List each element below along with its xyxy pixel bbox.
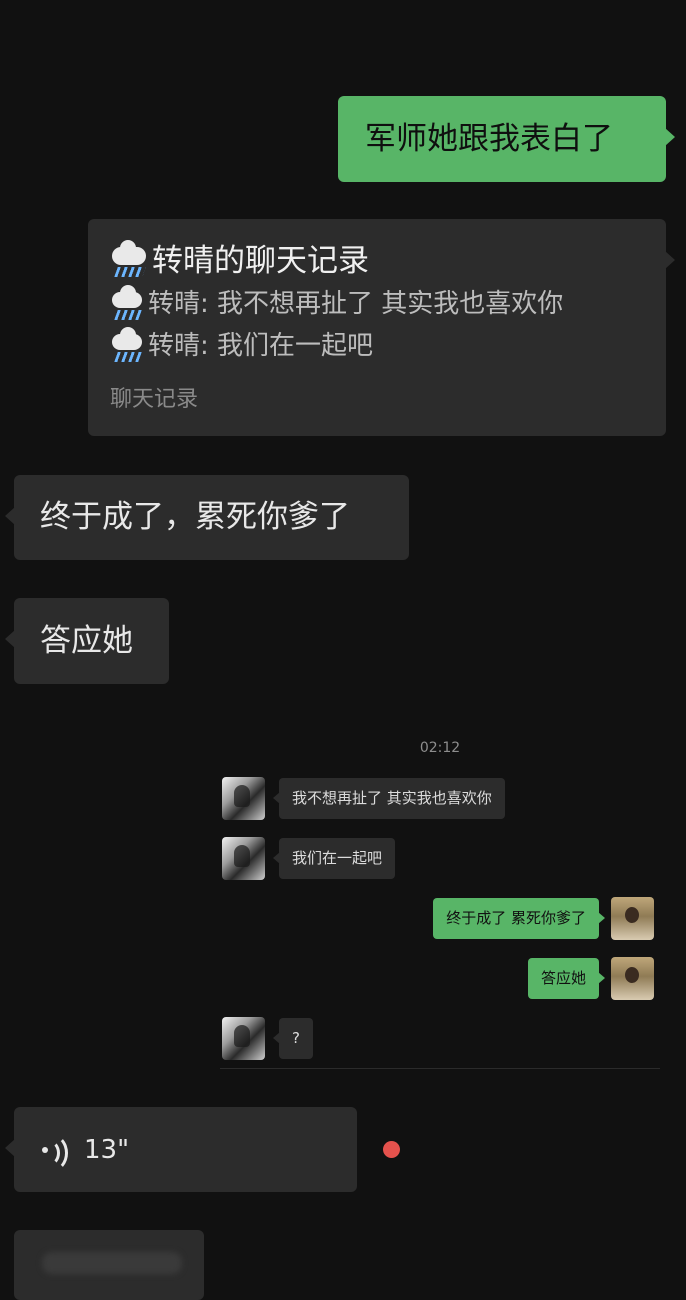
- message-text: 答应她: [40, 623, 133, 659]
- voice-wave-icon: [42, 1133, 68, 1172]
- avatar: [222, 837, 265, 880]
- avatar: [222, 1017, 265, 1060]
- embedded-message-incoming: 我不想再扯了 其实我也喜欢你: [273, 778, 505, 819]
- chat-record-line: 转晴: 我不想再扯了 其实我也喜欢你: [110, 283, 644, 325]
- chat-record-card[interactable]: 转晴的聊天记录 转晴: 我不想再扯了 其实我也喜欢你 转晴: 我们在一起吧 聊天…: [88, 219, 675, 436]
- chat-record-line: 转晴: 我们在一起吧: [110, 325, 644, 367]
- avatar: [611, 957, 654, 1000]
- chat-record-line-text: 转晴: 我们在一起吧: [148, 331, 374, 361]
- embedded-message-incoming: ?: [273, 1018, 313, 1059]
- embedded-message-incoming: 我们在一起吧: [272, 838, 396, 879]
- embedded-message-outgoing: 终于成了 累死你爹了: [433, 898, 605, 939]
- rain-cloud-icon: [110, 327, 144, 362]
- message-text: 军师她跟我表白了: [365, 121, 613, 157]
- message-text: 终于成了，累死你爹了: [40, 499, 350, 535]
- rain-cloud-icon: [110, 285, 144, 320]
- divider: [220, 1068, 660, 1069]
- chat-record-title-text: 转晴的聊天记录: [152, 243, 369, 279]
- avatar: [222, 777, 265, 820]
- message-bubble-outgoing[interactable]: 军师她跟我表白了: [338, 96, 675, 182]
- voice-duration: 13": [84, 1134, 130, 1165]
- message-bubble-incoming[interactable]: 终于成了，累死你爹了: [5, 475, 409, 560]
- rain-cloud-icon: [110, 240, 148, 279]
- embedded-message-outgoing: 答应她: [527, 958, 606, 999]
- unread-dot: [383, 1141, 400, 1158]
- avatar: [611, 897, 654, 940]
- blurred-content: [42, 1252, 182, 1274]
- message-bubble-incoming[interactable]: [14, 1230, 204, 1300]
- message-bubble-incoming[interactable]: 答应她: [5, 598, 169, 684]
- chat-record-footer: 聊天记录: [110, 387, 199, 412]
- embedded-timestamp: 02:12: [419, 740, 461, 756]
- chat-record-line-text: 转晴: 我不想再扯了 其实我也喜欢你: [148, 289, 564, 319]
- voice-message[interactable]: 13": [5, 1107, 357, 1192]
- chat-record-title: 转晴的聊天记录: [110, 239, 644, 283]
